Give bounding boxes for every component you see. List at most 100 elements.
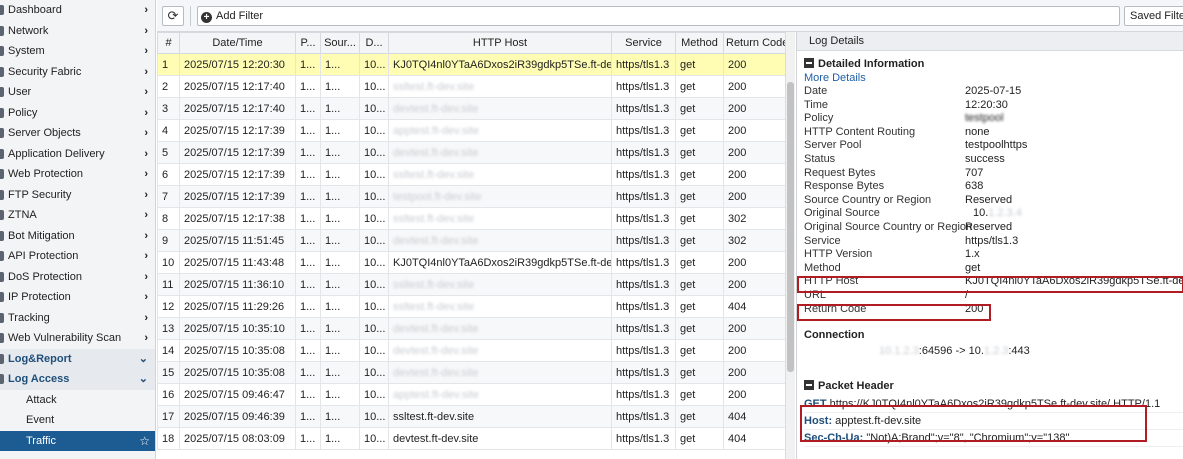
table-row[interactable]: 8 2025/07/15 12:17:38 1... 1... 10... ssltest… [157, 207, 785, 230]
row-http-host: ssltest.ft-dev.site [388, 295, 612, 318]
detail-field-value: 638 [965, 180, 984, 193]
log-table-container: # Date/Time P... Sour... D... HTTP Host Servic… [157, 32, 785, 459]
table-row[interactable]: 2 2025/07/15 12:17:40 1... 1... 10... ssltest… [157, 75, 785, 98]
refresh-button[interactable]: ⟳ [162, 6, 184, 26]
detail-field-label: HTTP Content Routing [804, 125, 916, 138]
table-row[interactable]: 15 2025/07/15 10:35:08 1... 1... 10... devtes… [157, 361, 785, 384]
column-header[interactable]: HTTP Host [388, 32, 612, 54]
row-return-code: 404 [723, 295, 785, 318]
row-service: https/tls1.3 [611, 251, 676, 274]
sidebar-item-dashboard[interactable]: Dashboard › [0, 0, 155, 21]
table-row[interactable]: 6 2025/07/15 12:17:39 1... 1... 10... ssltest… [157, 163, 785, 186]
menu-icon [0, 349, 6, 370]
table-scrollbar[interactable] [785, 32, 795, 459]
sidebar-item-attack[interactable]: Attack [0, 390, 155, 411]
star-icon[interactable]: ☆ [139, 431, 150, 452]
table-row[interactable]: 12 2025/07/15 11:29:26 1... 1... 10... ssltes… [157, 295, 785, 318]
sidebar-item-log-access[interactable]: Log Access ⌄ [0, 369, 155, 390]
filter-input[interactable]: + Add Filter [197, 6, 1120, 26]
chevron-right-icon: › [144, 250, 148, 262]
more-details-link[interactable]: More Details [804, 71, 1183, 85]
sidebar-item-tracking[interactable]: Tracking › [0, 308, 155, 329]
sidebar-item-web-protection[interactable]: Web Protection › [0, 164, 155, 185]
sidebar-item-log-report[interactable]: Log&Report ⌄ [0, 348, 155, 370]
sidebar-item-ip-protection[interactable]: IP Protection › [0, 287, 155, 308]
row-number: 12 [157, 295, 180, 318]
detail-field-value: 12:20:30 [965, 98, 1008, 111]
table-row[interactable]: 1 2025/07/15 12:20:30 1... 1... 10... KJ0TQI4… [157, 53, 785, 76]
row-number: 16 [157, 383, 180, 406]
table-row[interactable]: 10 2025/07/15 11:43:48 1... 1... 10... KJ0TQI… [157, 251, 785, 274]
row-method: get [675, 295, 724, 318]
menu-icon [0, 103, 6, 124]
table-row[interactable]: 14 2025/07/15 10:35:08 1... 1... 10... devtes… [157, 339, 785, 362]
blurred-host: ssltest.ft-dev.site [393, 278, 475, 291]
chevron-right-icon: › [144, 188, 148, 201]
sidebar-item-user[interactable]: User › [0, 82, 155, 103]
blurred-host: devtest.ft-dev.site [393, 102, 479, 115]
plus-icon: + [201, 12, 212, 23]
sidebar-item-server-objects[interactable]: Server Objects › [0, 123, 155, 144]
table-row[interactable]: 13 2025/07/15 10:35:10 1... 1... 10... devtes… [157, 317, 785, 340]
detail-field-value: testpoolhttps [965, 139, 1028, 152]
table-row[interactable]: 18 2025/07/15 08:03:09 1... 1... 10... devtes… [157, 427, 785, 450]
detail-field-value: 707 [965, 166, 984, 179]
sidebar-item-security-fabric[interactable]: Security Fabric › [0, 62, 155, 83]
row-destination: 10... [359, 97, 389, 120]
column-header[interactable]: Sour... [320, 32, 360, 54]
sidebar-item-system[interactable]: System › [0, 41, 155, 62]
detail-field-value: 1.x [965, 248, 980, 261]
refresh-icon: ⟳ [167, 8, 179, 23]
row-service: https/tls1.3 [611, 317, 676, 340]
row-method: get [675, 427, 724, 450]
row-datetime: 2025/07/15 12:17:40 [179, 75, 296, 98]
column-header[interactable]: Service [611, 32, 676, 54]
column-header[interactable]: Method [675, 32, 724, 54]
sidebar-item-bot-mitigation[interactable]: Bot Mitigation › [0, 226, 155, 247]
sidebar-item-application-delivery[interactable]: Application Delivery › [0, 144, 155, 165]
table-row[interactable]: 4 2025/07/15 12:17:39 1... 1... 10... apptest… [157, 119, 785, 142]
blurred-host: devtest.ft-dev.site [393, 146, 479, 159]
table-row[interactable]: 9 2025/07/15 11:51:45 1... 1... 10... devtest… [157, 229, 785, 252]
menu-icon [0, 164, 6, 185]
sidebar-item-dos-protection[interactable]: DoS Protection › [0, 267, 155, 288]
chevron-right-icon: › [144, 24, 148, 37]
row-destination: 10... [359, 53, 389, 76]
sidebar-item-event[interactable]: Event [0, 410, 155, 431]
saved-filters-button[interactable]: Saved Filters [1124, 6, 1183, 26]
log-details-header: Log Details [797, 32, 1183, 51]
packet-header-title[interactable]: Packet Header [804, 379, 1183, 393]
column-header[interactable]: # [157, 32, 180, 54]
sidebar-item-ftp-security[interactable]: FTP Security › [0, 185, 155, 206]
column-header[interactable]: D... [359, 32, 389, 54]
sidebar-item-traffic[interactable]: Traffic ☆ [0, 430, 155, 452]
sidebar-item-policy[interactable]: Policy › [0, 103, 155, 124]
table-row[interactable]: 7 2025/07/15 12:17:39 1... 1... 10... testpoo… [157, 185, 785, 208]
row-number: 2 [157, 75, 180, 98]
table-row[interactable]: 11 2025/07/15 11:36:10 1... 1... 10... ssltes… [157, 273, 785, 296]
column-header[interactable]: Return Code [723, 32, 785, 54]
column-header[interactable]: P... [295, 32, 321, 54]
column-header[interactable]: Date/Time [179, 32, 296, 54]
menu-icon [0, 369, 6, 390]
blurred-host: devtest.ft-dev.site [393, 344, 479, 357]
chevron-right-icon: › [144, 209, 148, 221]
row-destination: 10... [359, 185, 389, 208]
table-row[interactable]: 16 2025/07/15 09:46:47 1... 1... 10... apptes… [157, 383, 785, 406]
sidebar-item-web-vulnerability-scan[interactable]: Web Vulnerability Scan › [0, 328, 155, 349]
table-row[interactable]: 5 2025/07/15 12:17:39 1... 1... 10... devtest… [157, 141, 785, 164]
sidebar-item-network[interactable]: Network › [0, 21, 155, 42]
table-row[interactable]: 17 2025/07/15 09:46:39 1... 1... 10... ssltes… [157, 405, 785, 428]
sidebar-item-api-protection[interactable]: API Protection › [0, 246, 155, 267]
sidebar-item-ztna[interactable]: ZTNA › [0, 205, 155, 226]
table-row[interactable]: 3 2025/07/15 12:17:40 1... 1... 10... devtest… [157, 97, 785, 120]
row-http-host: devtest.ft-dev.site [388, 339, 612, 362]
add-filter-button[interactable]: + Add Filter [201, 9, 263, 23]
row-service: https/tls1.3 [611, 97, 676, 120]
detailed-information-title[interactable]: Detailed Information [804, 57, 1183, 71]
row-service: https/tls1.3 [611, 185, 676, 208]
scroll-thumb[interactable] [787, 82, 794, 372]
row-service: https/tls1.3 [611, 53, 676, 76]
row-http-host: ssltest.ft-dev.site [388, 163, 612, 186]
row-destination: 10... [359, 317, 389, 340]
